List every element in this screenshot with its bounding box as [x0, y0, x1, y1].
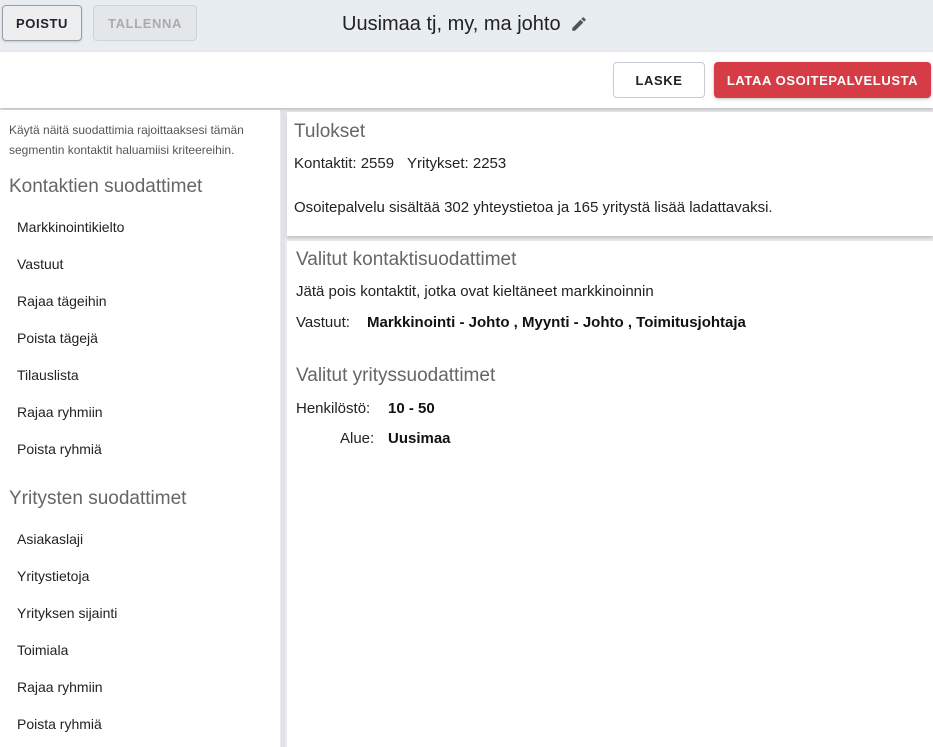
- results-info: Osoitepalvelu sisältää 302 yhteystietoa …: [294, 199, 773, 216]
- selected-contact-filters-heading: Valitut kontaktisuodattimet: [296, 249, 517, 270]
- sidebar-item-company-rajaa-ryhmiin[interactable]: Rajaa ryhmiin: [17, 679, 103, 695]
- companies-count: 2253: [472, 155, 507, 172]
- company-filters-heading: Yritysten suodattimet: [9, 488, 187, 509]
- results-counts: Kontaktit: 2559 Yritykset: 2253: [294, 155, 506, 172]
- sidebar-item-markkinointikielto[interactable]: Markkinointikielto: [17, 219, 124, 235]
- exclude-marketing-text: Jätä pois kontaktit, jotka ovat kieltäne…: [296, 283, 654, 300]
- sidebar-item-toimiala[interactable]: Toimiala: [17, 642, 68, 658]
- results-card: Tulokset Kontaktit: 2559 Yritykset: 2253…: [287, 112, 933, 236]
- lataa-osoitepalvelusta-button[interactable]: LATAA OSOITEPALVELUSTA: [714, 62, 931, 98]
- sidebar-intro: Käytä näitä suodattimia rajoittaaksesi t…: [9, 123, 244, 157]
- staff-value: 10 - 50: [388, 400, 435, 417]
- results-title: Tulokset: [294, 121, 366, 142]
- laske-button[interactable]: LASKE: [613, 62, 705, 98]
- vastuut-label: Vastuut:: [296, 314, 350, 331]
- sidebar-item-company-poista-ryhmia[interactable]: Poista ryhmiä: [17, 716, 102, 732]
- filter-sidebar: Käytä näitä suodattimia rajoittaaksesi t…: [0, 110, 280, 747]
- contact-filters-heading: Kontaktien suodattimet: [9, 176, 203, 197]
- sidebar-item-rajaa-tageihin[interactable]: Rajaa tägeihin: [17, 293, 107, 309]
- sidebar-item-yrityksen-sijainti[interactable]: Yrityksen sijainti: [17, 605, 117, 621]
- sidebar-item-rajaa-ryhmiin[interactable]: Rajaa ryhmiin: [17, 404, 103, 420]
- contacts-label: Kontaktit:: [294, 155, 357, 172]
- tallenna-button[interactable]: TALLENNA: [93, 5, 197, 41]
- poistu-button[interactable]: POISTU: [2, 5, 82, 41]
- sidebar-item-vastuut[interactable]: Vastuut: [17, 256, 63, 272]
- top-bar: POISTU TALLENNA Uusimaa tj, my, ma johto: [0, 0, 933, 50]
- sidebar-item-yritystietoja[interactable]: Yritystietoja: [17, 568, 89, 584]
- segment-title-area: Uusimaa tj, my, ma johto: [342, 11, 588, 37]
- area-label: Alue:: [340, 430, 375, 447]
- sidebar-item-tilauslista[interactable]: Tilauslista: [17, 367, 79, 383]
- sidebar-divider: [281, 110, 285, 747]
- segment-title: Uusimaa tj, my, ma johto: [342, 12, 561, 35]
- sidebar-item-asiakaslaji[interactable]: Asiakaslaji: [17, 531, 83, 547]
- area-value: Uusimaa: [388, 430, 451, 447]
- companies-label: Yritykset:: [407, 155, 469, 172]
- sidebar-item-poista-ryhmia[interactable]: Poista ryhmiä: [17, 441, 102, 457]
- pencil-icon[interactable]: [570, 15, 588, 33]
- vastuut-value: Markkinointi - Johto , Myynti - Johto , …: [367, 314, 746, 331]
- selected-filters-panel: Valitut kontaktisuodattimet Jätä pois ko…: [287, 241, 933, 747]
- sidebar-item-poista-tageja[interactable]: Poista tägejä: [17, 330, 98, 346]
- action-bar: LASKE LATAA OSOITEPALVELUSTA: [0, 52, 933, 108]
- selected-company-filters-heading: Valitut yrityssuodattimet: [296, 365, 496, 386]
- contacts-count: 2559: [360, 155, 395, 172]
- staff-label: Henkilöstö:: [296, 400, 371, 417]
